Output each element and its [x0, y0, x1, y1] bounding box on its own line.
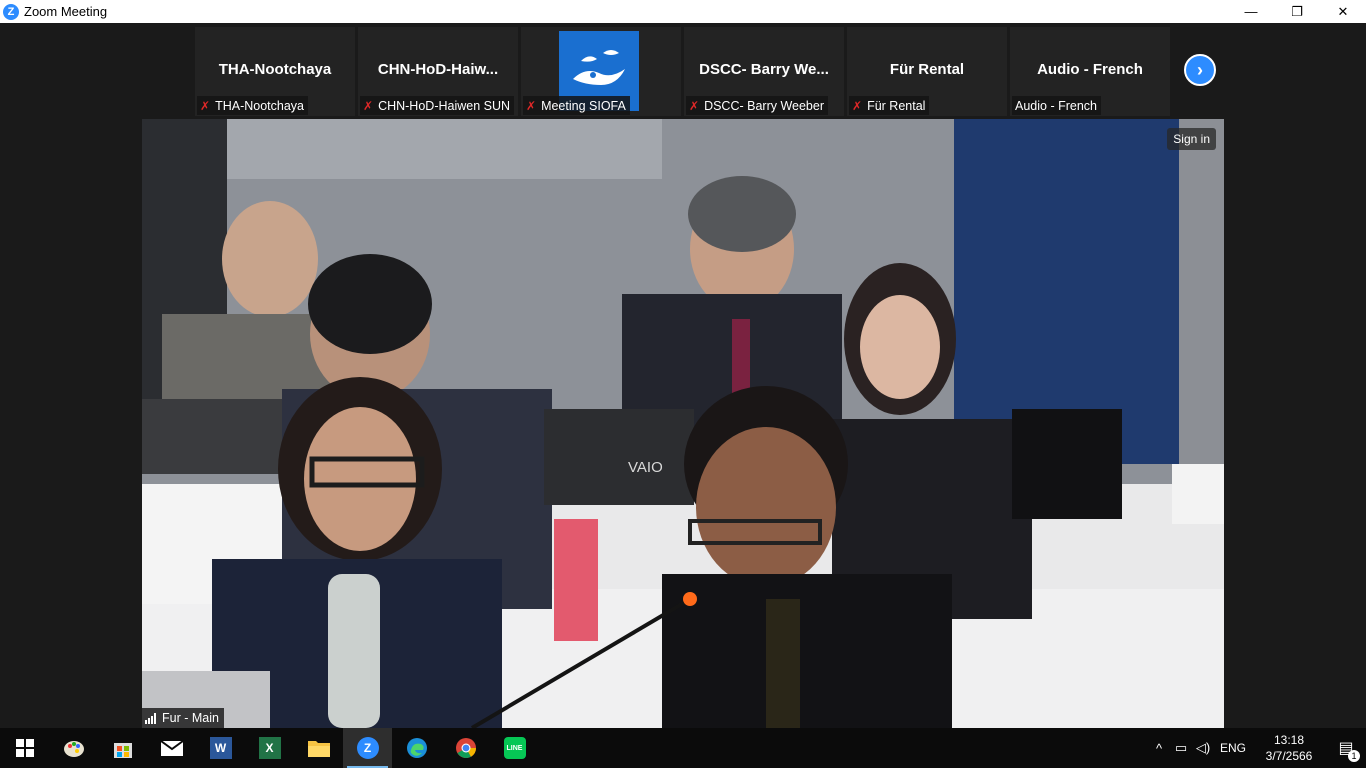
participant-tile[interactable]: ✗ Meeting SIOFA	[521, 27, 681, 116]
signal-strength-icon	[145, 712, 157, 724]
laptop-brand-text: VAIO	[628, 459, 663, 476]
chevron-up-icon[interactable]: ^	[1148, 741, 1170, 756]
participant-display-name: DSCC- Barry We...	[699, 61, 829, 78]
word-app-button[interactable]: W	[196, 728, 245, 768]
minimize-button[interactable]: —	[1228, 0, 1274, 23]
chrome-app-button[interactable]	[441, 728, 490, 768]
mic-muted-icon: ✗	[200, 98, 211, 113]
paint-palette-icon	[63, 741, 84, 757]
participant-tile[interactable]: CHN-HoD-Haiw... ✗ CHN-HoD-Haiwen SUN	[358, 27, 518, 116]
excel-icon: X	[258, 737, 281, 759]
mic-muted-icon: ✗	[363, 98, 374, 113]
notification-center-button[interactable]: ▤ 1	[1326, 738, 1366, 762]
participant-name-tag: ✗ DSCC- Barry Weeber	[686, 96, 828, 115]
participant-display-name: Für Rental	[889, 61, 965, 78]
mic-muted-icon: ✗	[852, 98, 863, 113]
participant-name: Audio - French	[1015, 98, 1097, 113]
participant-name-tag: ✗ Meeting SIOFA	[523, 96, 630, 115]
chrome-browser-icon	[455, 738, 476, 758]
participant-tile[interactable]: DSCC- Barry We... ✗ DSCC- Barry Weeber	[684, 27, 844, 116]
participant-name-tag: ✗ Für Rental	[849, 96, 930, 115]
network-icon[interactable]: ▭	[1170, 740, 1192, 756]
participant-tile[interactable]: THA-Nootchaya ✗ THA-Nootchaya	[195, 27, 355, 116]
file-explorer-button[interactable]	[294, 728, 343, 768]
windows-logo-icon	[15, 739, 34, 757]
edge-browser-icon	[406, 738, 427, 758]
store-app-button[interactable]	[98, 728, 147, 768]
store-bag-icon	[113, 743, 132, 758]
participant-strip: THA-Nootchaya ✗ THA-Nootchaya CHN-HoD-Ha…	[0, 23, 1366, 118]
participant-name: CHN-HoD-Haiwen SUN	[378, 98, 511, 113]
chevron-right-icon: ›	[1197, 59, 1203, 80]
participant-name-tag: Audio - French	[1012, 96, 1101, 115]
window-controls: — ❐ ✕	[1228, 0, 1366, 23]
language-indicator[interactable]: ENG	[1214, 741, 1252, 755]
participant-display-name: THA-Nootchaya	[218, 61, 332, 78]
edge-app-button[interactable]	[392, 728, 441, 768]
line-app-button[interactable]: LINE	[490, 728, 539, 768]
windows-taskbar: W X Z LINE ^ ▭ ◁) ENG 13:18 3/7/2566 ▤ 1	[0, 728, 1366, 768]
participant-name: DSCC- Barry Weeber	[704, 98, 824, 113]
notification-badge: 1	[1348, 750, 1360, 762]
volume-icon[interactable]: ◁)	[1192, 740, 1214, 756]
participant-name-tag: ✗ CHN-HoD-Haiwen SUN	[360, 96, 515, 115]
word-icon: W	[209, 737, 232, 759]
mic-muted-icon: ✗	[689, 98, 700, 113]
participant-tile[interactable]: Für Rental ✗ Für Rental	[847, 27, 1007, 116]
excel-app-button[interactable]: X	[245, 728, 294, 768]
clock-time: 13:18	[1273, 733, 1305, 747]
zoom-app-button[interactable]: Z	[343, 728, 392, 768]
window-title: Zoom Meeting	[24, 4, 108, 19]
line-icon: LINE	[503, 737, 526, 759]
system-tray: ^ ▭ ◁) ENG 13:18 3/7/2566 ▤ 1	[1148, 728, 1366, 768]
participant-name: Meeting SIOFA	[541, 98, 626, 113]
sign-in-button[interactable]: Sign in	[1167, 128, 1216, 150]
next-page-button[interactable]: ›	[1184, 54, 1216, 86]
folder-icon	[307, 741, 330, 757]
zoom-logo-icon: Z	[3, 3, 19, 20]
video-name-label: Fur - Main	[142, 708, 224, 728]
close-button[interactable]: ✕	[1320, 0, 1366, 23]
title-bar: Z Zoom Meeting — ❐ ✕	[0, 0, 1366, 23]
video-participant-name: Fur - Main	[162, 711, 219, 725]
mail-envelope-icon	[159, 740, 184, 756]
mail-app-button[interactable]	[147, 728, 196, 768]
clock-date: 3/7/2566	[1265, 749, 1313, 763]
clock[interactable]: 13:18 3/7/2566	[1252, 732, 1326, 764]
mic-muted-icon: ✗	[526, 98, 537, 113]
participant-display-name: CHN-HoD-Haiw...	[377, 61, 499, 78]
participant-name-tag: ✗ THA-Nootchaya	[197, 96, 308, 115]
participant-tile[interactable]: Audio - French Audio - French	[1010, 27, 1170, 116]
zoom-icon: Z	[356, 737, 379, 759]
start-button[interactable]	[0, 728, 49, 768]
participant-name: THA-Nootchaya	[215, 98, 304, 113]
restore-button[interactable]: ❐	[1274, 0, 1320, 23]
video-frame: VAIO	[142, 119, 1224, 728]
active-speaker-video[interactable]: VAIO Sign in Fur - Main	[142, 119, 1224, 728]
participant-display-name: Audio - French	[1037, 61, 1143, 78]
paint-app-button[interactable]	[49, 728, 98, 768]
participant-name: Für Rental	[867, 98, 926, 113]
